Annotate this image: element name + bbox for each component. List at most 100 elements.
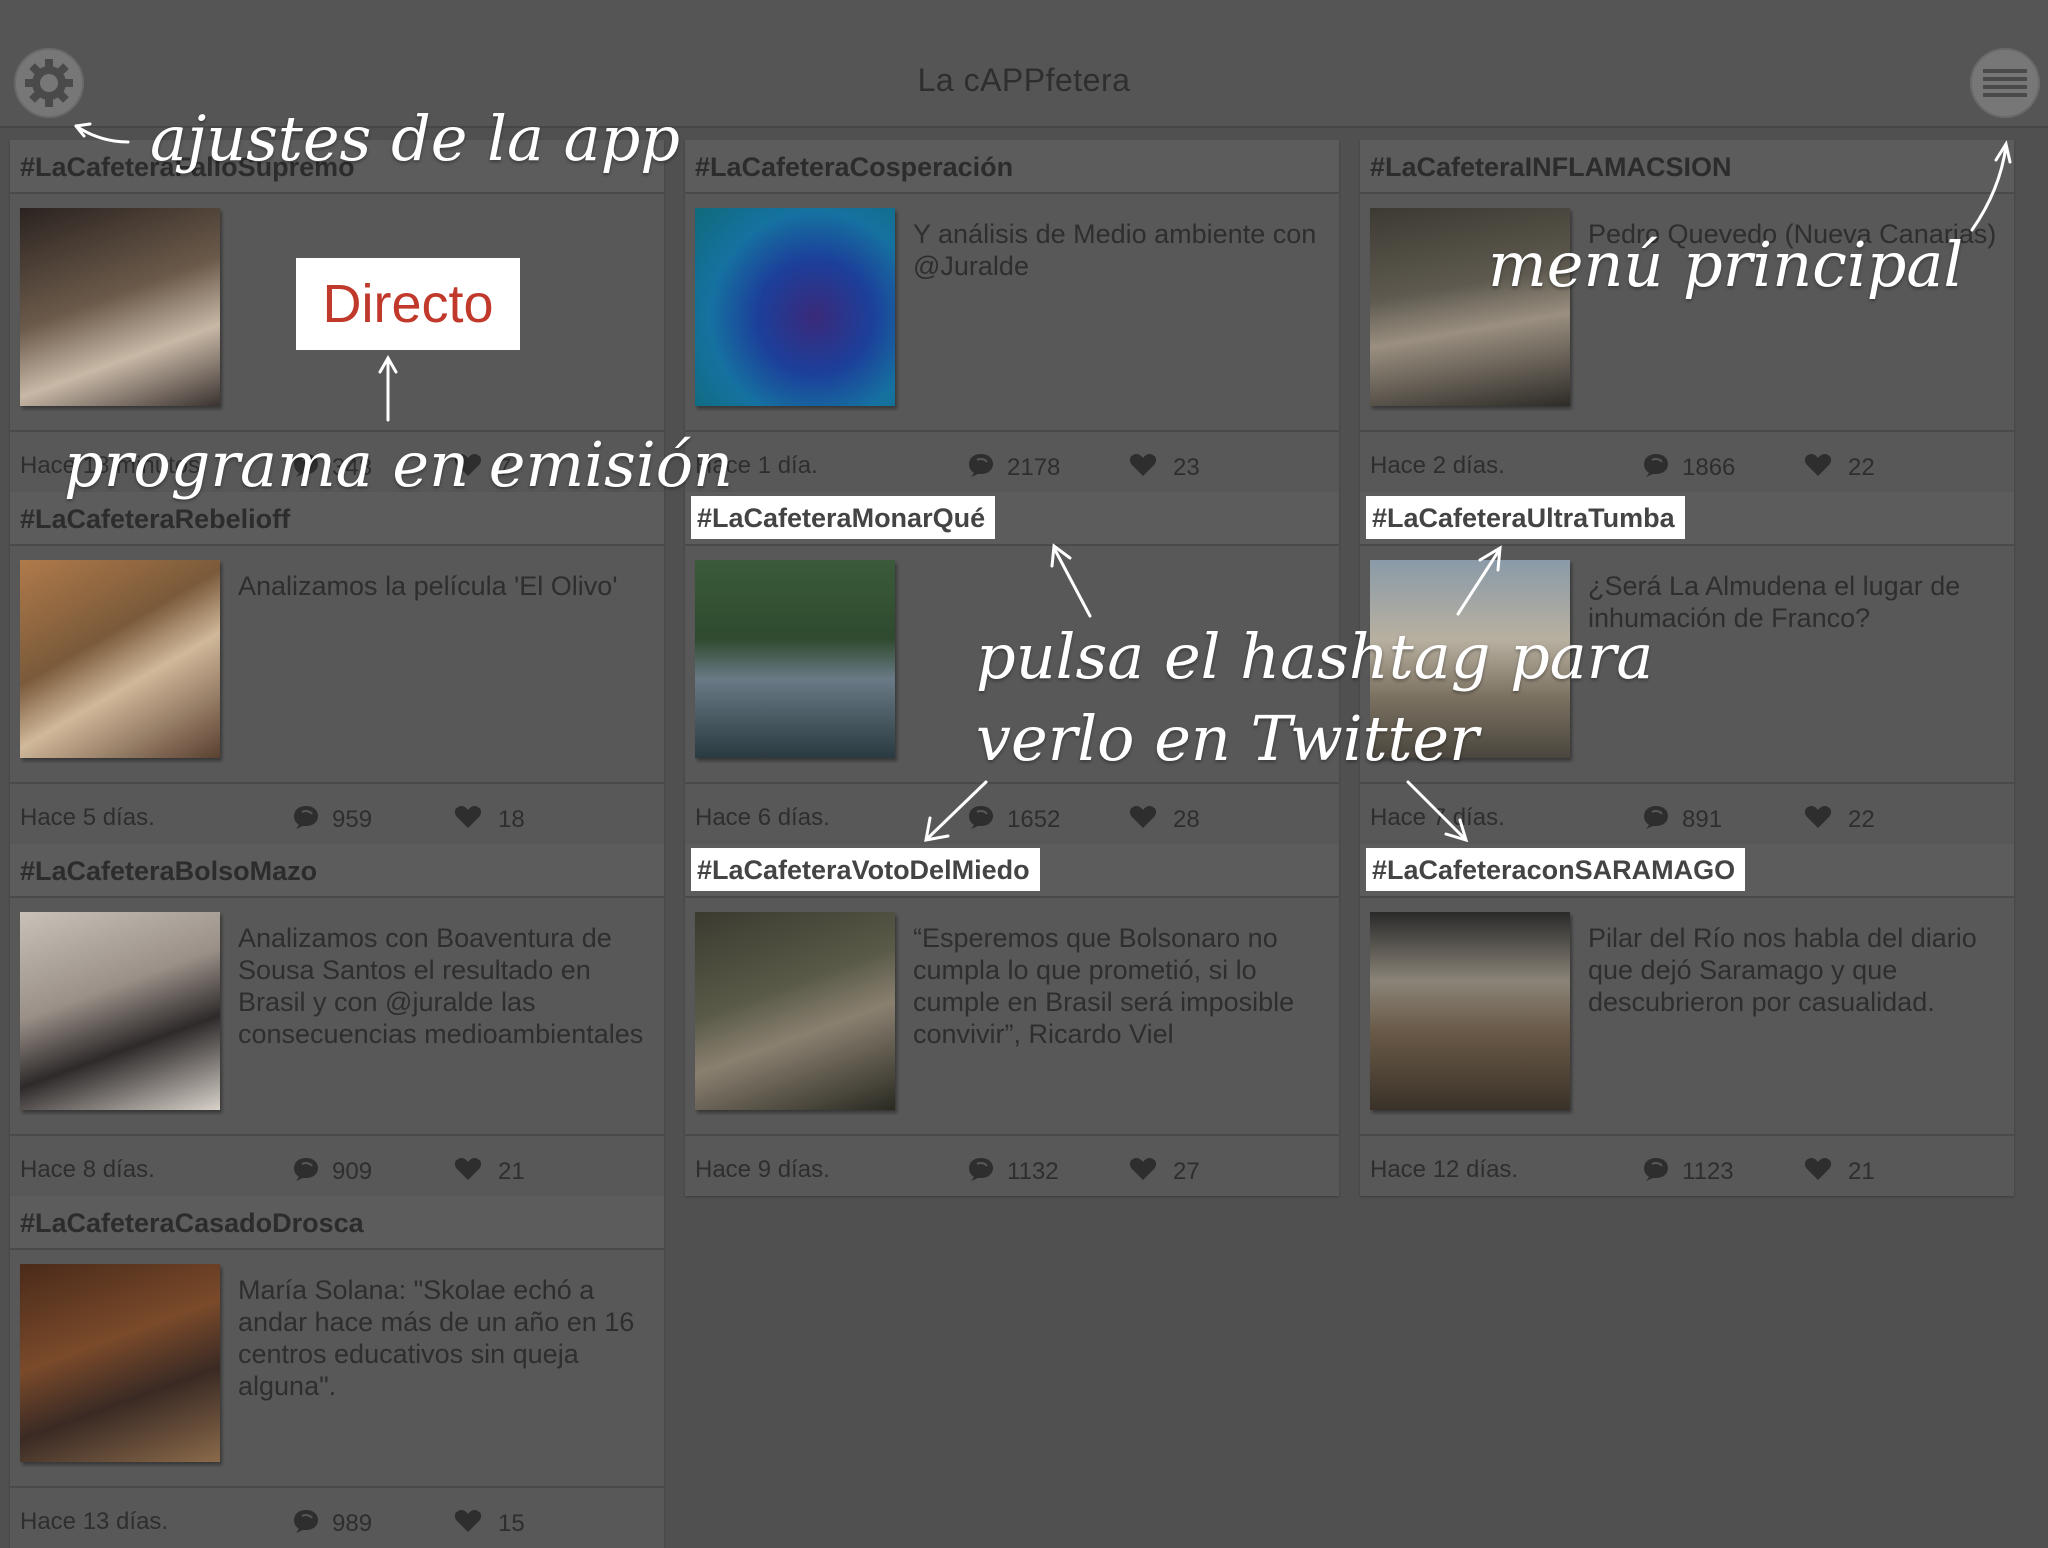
card-footer: Hace 13 días. 989 15 xyxy=(10,1486,664,1548)
program-thumbnail[interactable] xyxy=(695,912,895,1110)
comment-count: 959 xyxy=(332,806,373,833)
card-header: #LaCafeteraconSARAMAGO xyxy=(1360,844,2014,898)
app-title: La cAPPfetera xyxy=(917,62,1131,98)
published-time: Hace 2 días. xyxy=(1370,452,1505,479)
published-time: Hace 12 días. xyxy=(1370,1156,1519,1183)
program-description: Analizamos con Boaventura de Sousa Santo… xyxy=(238,923,644,1049)
published-time: Hace 13 días. xyxy=(20,1508,169,1535)
comment-count: 1123 xyxy=(1682,1158,1734,1185)
card-footer: Hace 5 días. 959 18 xyxy=(10,782,664,844)
program-thumbnail[interactable] xyxy=(20,912,220,1110)
published-time: Hace 9 días. xyxy=(695,1156,830,1183)
settings-button[interactable] xyxy=(14,48,84,118)
hashtag-link[interactable]: #LaCafeteraUltraTumba xyxy=(1366,496,1685,539)
main-menu-button[interactable] xyxy=(1970,48,2040,118)
hashtag-link[interactable]: #LaCafeteraCosperación xyxy=(695,152,1013,183)
gear-icon xyxy=(25,59,73,107)
annotation-settings: ajustes de la app xyxy=(150,102,680,175)
annotation-hashtag-line2: verlo en Twitter xyxy=(976,702,1479,775)
hashtag-link[interactable]: #LaCafeteraCasadoDrosca xyxy=(20,1208,364,1239)
card-footer: Hace 7 días. 891 22 xyxy=(1360,782,2014,844)
program-description: María Solana: "Skolae echó a andar hace … xyxy=(238,1275,635,1401)
program-card[interactable]: #LaCafeteraINFLAMACSION Pedro Quevedo (Nu… xyxy=(1360,140,2014,492)
card-footer: Hace 1 día. 2178 23 xyxy=(685,430,1339,492)
comment-icon xyxy=(1644,806,1668,829)
program-thumbnail[interactable] xyxy=(1370,912,1570,1110)
program-description: “Esperemos que Bolsonaro no cumpla lo qu… xyxy=(913,923,1295,1049)
annotation-hashtag-line1: pulsa el hashtag para xyxy=(976,620,1654,693)
like-count: 15 xyxy=(498,1510,525,1537)
card-header: #LaCafeteraUltraTumba xyxy=(1360,492,2014,546)
program-card[interactable]: #LaCafeteraCosperación Y análisis de Medi… xyxy=(685,140,1339,492)
program-thumbnail[interactable] xyxy=(20,1264,220,1462)
comment-count: 1866 xyxy=(1682,454,1736,481)
comment-icon xyxy=(969,1158,993,1181)
hashtag-link[interactable]: #LaCafeteraconSARAMAGO xyxy=(1366,848,1746,891)
heart-icon[interactable] xyxy=(1129,804,1157,830)
hashtag-link[interactable]: #LaCafeteraRebelioff xyxy=(20,504,290,535)
live-button[interactable]: Directo xyxy=(296,258,520,350)
like-count: 28 xyxy=(1173,806,1200,833)
published-time: Hace 8 días. xyxy=(20,1156,155,1183)
program-description: Analizamos la película 'El Olivo' xyxy=(238,571,618,601)
hashtag-link[interactable]: #LaCafeteraBolsoMazo xyxy=(20,856,317,887)
published-time: Hace 7 días. xyxy=(1370,804,1505,831)
like-count: 18 xyxy=(498,806,525,833)
comment-count: 2178 xyxy=(1007,454,1061,481)
program-card[interactable]: #LaCafeteraVotoDelMiedo “Esperemos que Bo… xyxy=(685,844,1339,1196)
like-count: 21 xyxy=(1848,1158,1875,1185)
comment-icon xyxy=(969,454,993,477)
like-count: 23 xyxy=(1173,454,1200,481)
card-footer: Hace 12 días. 1123 21 xyxy=(1360,1134,2014,1196)
heart-icon[interactable] xyxy=(454,1156,482,1182)
card-header: #LaCafeteraINFLAMACSION xyxy=(1360,140,2014,194)
heart-icon[interactable] xyxy=(1804,452,1832,478)
comment-count: 1132 xyxy=(1007,1158,1059,1185)
card-footer: Hace 2 días. 1866 22 xyxy=(1360,430,2014,492)
program-description: Pilar del Río nos habla del diario que d… xyxy=(1588,923,1977,1017)
hashtag-link[interactable]: #LaCafeteraMonarQué xyxy=(691,496,996,539)
card-footer: Hace 9 días. 1132 27 xyxy=(685,1134,1339,1196)
comment-icon xyxy=(294,1158,318,1181)
comment-count: 891 xyxy=(1682,806,1723,833)
card-header: #LaCafeteraMonarQué xyxy=(685,492,1339,546)
program-card[interactable]: #LaCafeteraBolsoMazo Analizamos con Boave… xyxy=(10,844,664,1196)
heart-icon[interactable] xyxy=(1804,1156,1832,1182)
card-header: #LaCafeteraCosperación xyxy=(685,140,1339,194)
heart-icon[interactable] xyxy=(1804,804,1832,830)
heart-icon[interactable] xyxy=(454,1508,482,1534)
heart-icon[interactable] xyxy=(1129,1156,1157,1182)
hashtag-link[interactable]: #LaCafeteraINFLAMACSION xyxy=(1370,152,1732,183)
program-thumbnail[interactable] xyxy=(20,560,220,758)
comment-icon xyxy=(1644,1158,1668,1181)
card-header: #LaCafeteraVotoDelMiedo xyxy=(685,844,1339,898)
comment-count: 1652 xyxy=(1007,806,1061,833)
program-thumbnail[interactable] xyxy=(695,560,895,758)
like-count: 21 xyxy=(498,1158,525,1185)
like-count: 27 xyxy=(1173,1158,1200,1185)
heart-icon[interactable] xyxy=(1129,452,1157,478)
program-thumbnail[interactable] xyxy=(20,208,220,406)
card-footer: Hace 8 días. 909 21 xyxy=(10,1134,664,1196)
card-header: #LaCafeteraBolsoMazo xyxy=(10,844,664,898)
like-count: 22 xyxy=(1848,454,1875,481)
card-header: #LaCafeteraCasadoDrosca xyxy=(10,1196,664,1250)
heart-icon[interactable] xyxy=(454,804,482,830)
annotation-live: programa en emisión xyxy=(64,428,733,501)
comment-icon xyxy=(294,806,318,829)
hashtag-link[interactable]: #LaCafeteraVotoDelMiedo xyxy=(691,848,1040,891)
card-footer: Hace 6 días. 1652 28 xyxy=(685,782,1339,844)
program-card[interactable]: #LaCafeteraconSARAMAGO Pilar del Río nos … xyxy=(1360,844,2014,1196)
comment-icon xyxy=(969,806,993,829)
like-count: 22 xyxy=(1848,806,1875,833)
comment-icon xyxy=(294,1510,318,1533)
hamburger-menu-icon xyxy=(1983,69,2027,97)
program-card[interactable]: #LaCafeteraCasadoDrosca María Solana: "Sk… xyxy=(10,1196,664,1548)
comment-count: 989 xyxy=(332,1510,373,1537)
program-card[interactable]: #LaCafeteraRebelioff Analizamos la pelícu… xyxy=(10,492,664,844)
comment-count: 909 xyxy=(332,1158,373,1185)
annotation-menu: menú principal xyxy=(1488,228,1964,301)
program-thumbnail[interactable] xyxy=(695,208,895,406)
comment-icon xyxy=(1644,454,1668,477)
program-description: Y análisis de Medio ambiente con @Jurald… xyxy=(913,219,1317,281)
